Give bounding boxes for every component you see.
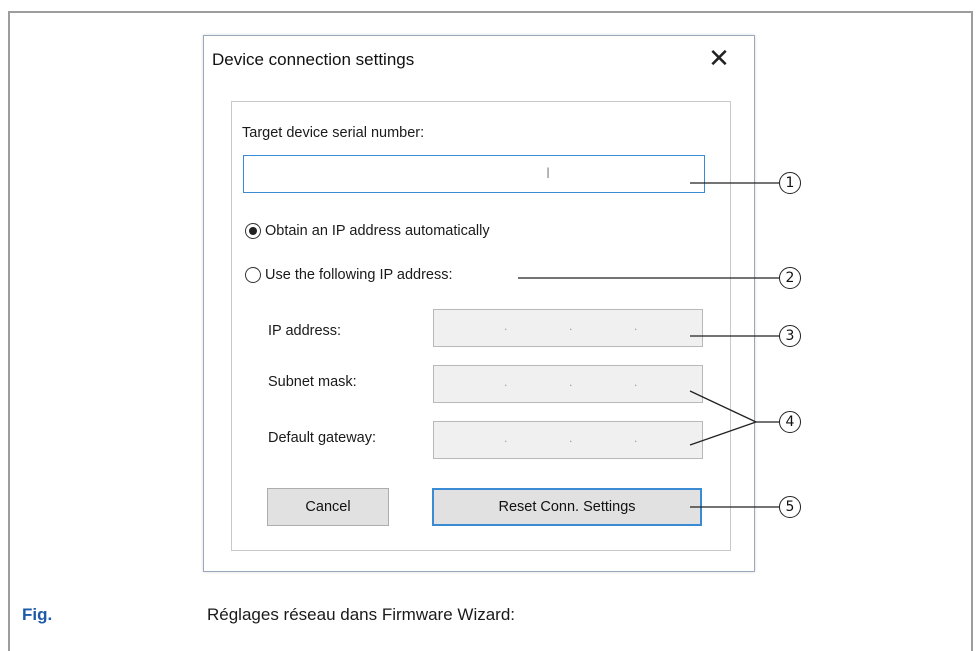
figure-label: Fig. — [22, 605, 53, 624]
callout-5: 5 — [779, 496, 801, 518]
callout-4: 4 — [779, 411, 801, 433]
callout-lines — [518, 182, 779, 508]
callout-line-4b — [689, 421, 757, 446]
figure-caption: Réglages réseau dans Firmware Wizard: — [207, 605, 516, 624]
callout-2: 2 — [779, 267, 801, 289]
callout-1: 1 — [779, 172, 801, 194]
callout-line-4a — [689, 390, 757, 423]
callout-3: 3 — [779, 325, 801, 347]
